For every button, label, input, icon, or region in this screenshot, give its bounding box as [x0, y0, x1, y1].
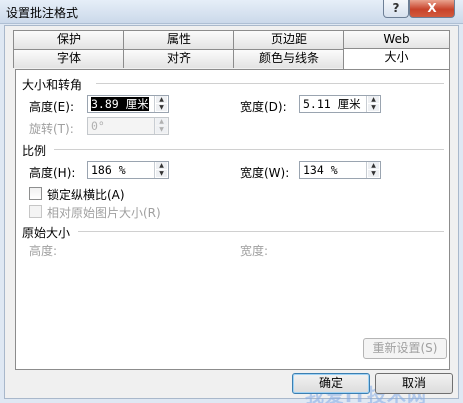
scale-height-label: 高度(H):	[29, 166, 76, 180]
width-spinner[interactable]: 5.11 厘米 ▲ ▼	[299, 95, 381, 113]
size-rotate-heading: 大小和转角	[22, 78, 83, 92]
reset-button: 重新设置(S)	[363, 338, 447, 359]
height-unit: 厘米	[118, 97, 149, 111]
height-spinner[interactable]: 3.89 厘米 ▲ ▼	[87, 95, 169, 113]
tab-size[interactable]: 大小	[343, 48, 450, 69]
tab-alignment[interactable]: 对齐	[123, 49, 235, 68]
divider	[96, 83, 444, 84]
scale-height-spinner[interactable]: 186 % ▲ ▼	[87, 161, 169, 179]
scale-width-value: 134 %	[303, 163, 338, 177]
help-button[interactable]: ?	[383, 0, 409, 18]
divider	[54, 149, 444, 150]
height-label: 高度(E):	[29, 100, 74, 114]
width-label: 宽度(D):	[240, 100, 287, 114]
tab-properties[interactable]: 属性	[123, 30, 235, 49]
window-title: 设置批注格式	[6, 6, 79, 20]
rotate-label: 旋转(T):	[29, 122, 74, 136]
original-width-label: 宽度:	[240, 244, 269, 258]
spin-down-icon[interactable]: ▼	[156, 170, 167, 177]
scale-width-spinner[interactable]: 134 % ▲ ▼	[299, 161, 381, 179]
close-button[interactable]: X	[409, 0, 455, 18]
tab-panel-size: 大小和转角 高度(E): 3.89 厘米 ▲ ▼ 宽度(D): 5.11 厘米 ▲…	[15, 69, 450, 370]
tab-colors-lines[interactable]: 颜色与线条	[233, 49, 345, 68]
spin-up-icon[interactable]: ▲	[368, 96, 379, 103]
width-value: 5.11 厘米	[303, 97, 361, 111]
scale-height-value: 186 %	[91, 163, 126, 177]
spin-down-icon[interactable]: ▼	[156, 104, 167, 111]
relative-size-label: 相对原始图片大小(R)	[47, 206, 161, 220]
tab-font[interactable]: 字体	[13, 49, 125, 68]
ok-button[interactable]: 确定	[292, 373, 370, 394]
spin-up-icon[interactable]: ▲	[368, 162, 379, 169]
scale-heading: 比例	[22, 144, 47, 158]
divider	[78, 231, 444, 232]
spin-up-icon[interactable]: ▲	[156, 162, 167, 169]
rotate-spinner: 0° ▲ ▼	[87, 117, 169, 135]
scale-width-label: 宽度(W):	[240, 166, 290, 180]
spin-up-icon: ▲	[156, 118, 167, 125]
cancel-button[interactable]: 取消	[375, 373, 453, 394]
dialog-body: 保护 属性 页边距 Web 字体 对齐 颜色与线条 大小 大小和转角 高度(E)…	[4, 25, 459, 403]
spin-down-icon[interactable]: ▼	[368, 104, 379, 111]
relative-size-checkbox	[29, 205, 42, 218]
tab-protection[interactable]: 保护	[13, 30, 125, 49]
spin-up-icon[interactable]: ▲	[156, 96, 167, 103]
spin-down-icon: ▼	[156, 126, 167, 133]
title-bar: 设置批注格式 ? X	[0, 0, 463, 24]
rotate-value: 0°	[91, 119, 105, 133]
height-value: 3.89	[91, 97, 119, 111]
spin-down-icon[interactable]: ▼	[368, 170, 379, 177]
original-size-heading: 原始大小	[22, 226, 71, 240]
lock-aspect-label: 锁定纵横比(A)	[47, 188, 125, 202]
tab-margins[interactable]: 页边距	[233, 30, 345, 49]
original-height-label: 高度:	[29, 244, 58, 258]
tab-web[interactable]: Web	[343, 30, 450, 49]
lock-aspect-checkbox[interactable]	[29, 187, 42, 200]
